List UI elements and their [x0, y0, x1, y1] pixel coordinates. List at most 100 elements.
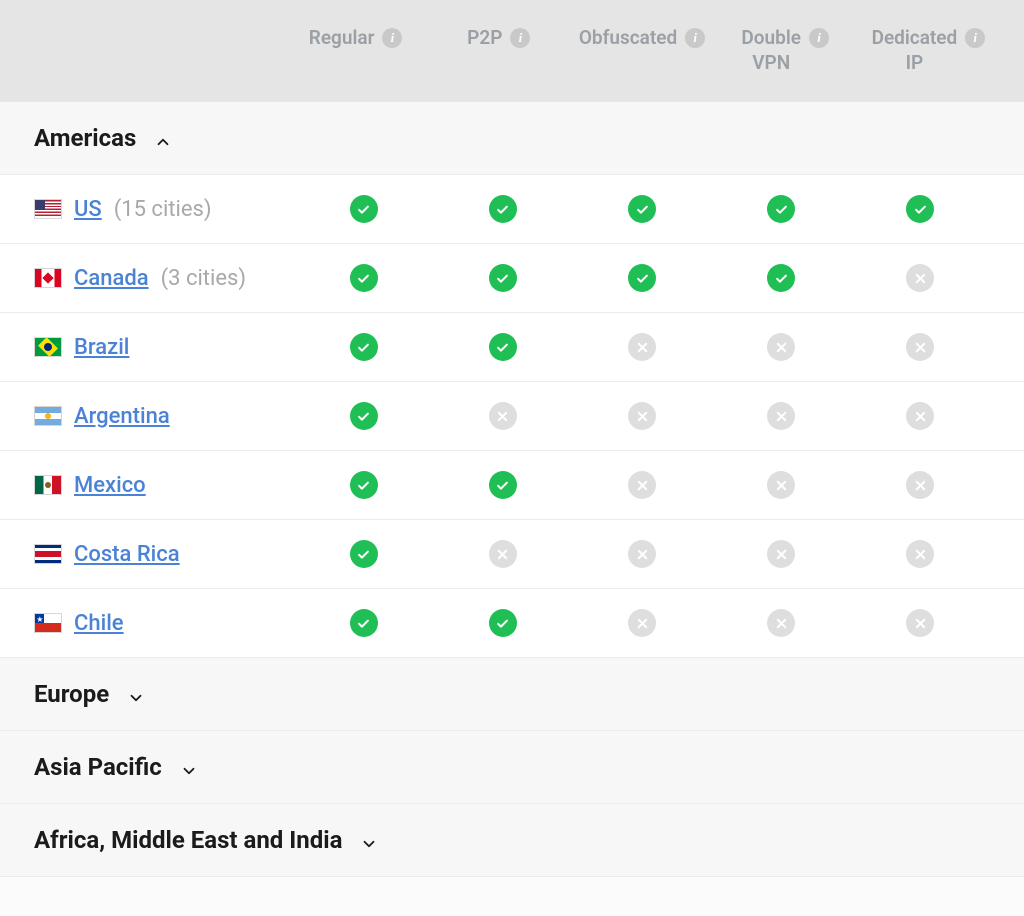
- info-icon[interactable]: i: [685, 28, 705, 48]
- country-cell: Brazil: [34, 335, 294, 360]
- cross-icon: [628, 471, 656, 499]
- status-cols: [294, 540, 990, 568]
- flag-icon: [34, 337, 62, 357]
- cross-icon: [906, 333, 934, 361]
- info-icon[interactable]: i: [382, 28, 402, 48]
- region-header[interactable]: Africa, Middle East and India: [0, 804, 1024, 877]
- check-icon: [628, 264, 656, 292]
- cross-icon: [767, 609, 795, 637]
- column-header-obfuscated: Obfuscated i: [570, 26, 713, 75]
- status-cell-dedicated: [851, 609, 990, 637]
- cross-icon: [767, 540, 795, 568]
- check-icon: [489, 471, 517, 499]
- cross-icon: [628, 540, 656, 568]
- cross-icon: [906, 540, 934, 568]
- column-label: Obfuscated: [579, 26, 677, 51]
- region-header[interactable]: Asia Pacific: [0, 731, 1024, 804]
- country-link[interactable]: Brazil: [74, 335, 129, 360]
- cross-icon: [767, 471, 795, 499]
- cross-icon: [628, 402, 656, 430]
- country-sub: (15 cities): [114, 197, 212, 222]
- country-link[interactable]: Costa Rica: [74, 542, 180, 567]
- check-icon: [489, 195, 517, 223]
- flag-icon: [34, 268, 62, 288]
- status-cell-regular: [294, 471, 433, 499]
- cross-icon: [906, 402, 934, 430]
- status-cols: [294, 609, 990, 637]
- check-icon: [350, 471, 378, 499]
- check-icon: [767, 264, 795, 292]
- column-header-dedicated: DedicatedIP i: [857, 26, 1000, 75]
- status-cell-doublevpn: [712, 471, 851, 499]
- country-cell: Mexico: [34, 473, 294, 498]
- status-cell-regular: [294, 264, 433, 292]
- status-cell-obfuscated: [572, 540, 711, 568]
- status-cols: [294, 333, 990, 361]
- check-icon: [489, 333, 517, 361]
- info-icon[interactable]: i: [809, 28, 829, 48]
- status-cell-obfuscated: [572, 195, 711, 223]
- cross-icon: [767, 402, 795, 430]
- chevron-down-icon: [360, 831, 378, 849]
- flag-icon: [34, 406, 62, 426]
- status-cell-doublevpn: [712, 333, 851, 361]
- country-row: Chile: [0, 589, 1024, 658]
- check-icon: [350, 264, 378, 292]
- country-sub: (3 cities): [161, 266, 246, 291]
- cross-icon: [906, 264, 934, 292]
- cross-icon: [489, 540, 517, 568]
- status-cell-doublevpn: [712, 195, 851, 223]
- country-link[interactable]: US: [74, 197, 102, 222]
- check-icon: [906, 195, 934, 223]
- cross-icon: [767, 333, 795, 361]
- status-cell-p2p: [433, 264, 572, 292]
- country-row: Argentina: [0, 382, 1024, 451]
- status-cell-regular: [294, 195, 433, 223]
- status-cols: [294, 195, 990, 223]
- status-cell-obfuscated: [572, 264, 711, 292]
- status-cols: [294, 471, 990, 499]
- country-link[interactable]: Argentina: [74, 404, 170, 429]
- status-cell-obfuscated: [572, 333, 711, 361]
- info-icon[interactable]: i: [965, 28, 985, 48]
- column-label: Regular: [309, 26, 375, 51]
- check-icon: [489, 264, 517, 292]
- country-row: US (15 cities): [0, 175, 1024, 244]
- check-icon: [350, 195, 378, 223]
- check-icon: [350, 333, 378, 361]
- status-cell-p2p: [433, 195, 572, 223]
- country-row: Mexico: [0, 451, 1024, 520]
- cross-icon: [628, 609, 656, 637]
- status-cell-p2p: [433, 333, 572, 361]
- check-icon: [350, 609, 378, 637]
- column-label: DedicatedIP: [872, 26, 958, 75]
- region-header[interactable]: Americas: [0, 102, 1024, 175]
- status-cell-regular: [294, 609, 433, 637]
- status-cell-regular: [294, 333, 433, 361]
- region-header[interactable]: Europe: [0, 658, 1024, 731]
- chevron-down-icon: [127, 685, 145, 703]
- column-label: P2P: [467, 26, 502, 51]
- column-header-regular: Regular i: [284, 26, 427, 75]
- chevron-up-icon: [154, 129, 172, 147]
- country-link[interactable]: Chile: [74, 611, 124, 636]
- check-icon: [489, 609, 517, 637]
- region-title: Americas: [34, 124, 136, 152]
- status-cell-p2p: [433, 609, 572, 637]
- status-cols: [294, 264, 990, 292]
- country-row: Canada (3 cities): [0, 244, 1024, 313]
- info-icon[interactable]: i: [510, 28, 530, 48]
- status-cell-obfuscated: [572, 609, 711, 637]
- status-cell-regular: [294, 402, 433, 430]
- region-title: Asia Pacific: [34, 753, 162, 781]
- flag-icon: [34, 544, 62, 564]
- country-cell: Costa Rica: [34, 542, 294, 567]
- column-label: DoubleVPN: [741, 26, 801, 75]
- status-cell-dedicated: [851, 333, 990, 361]
- country-link[interactable]: Canada: [74, 266, 149, 291]
- check-icon: [767, 195, 795, 223]
- country-link[interactable]: Mexico: [74, 473, 146, 498]
- check-icon: [350, 402, 378, 430]
- country-cell: US (15 cities): [34, 197, 294, 222]
- check-icon: [350, 540, 378, 568]
